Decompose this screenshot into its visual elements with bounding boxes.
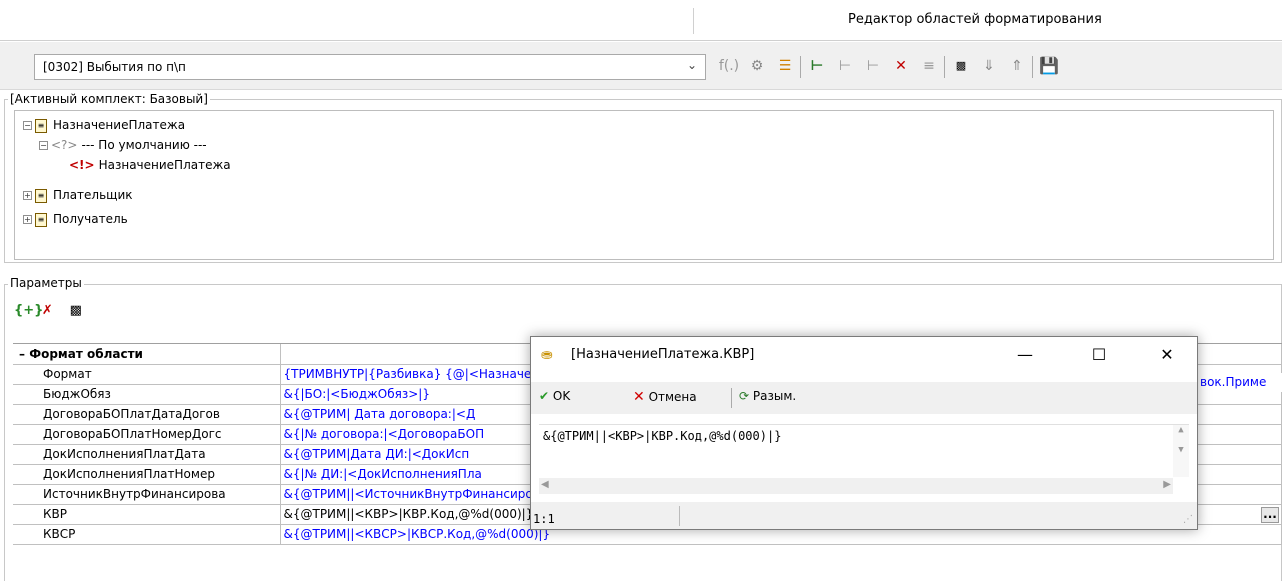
tree-node-label: НазначениеПлатежа	[98, 158, 231, 172]
tree-node-selected[interactable]: <!> НазначениеПлатежа	[69, 155, 231, 175]
maximize-button[interactable]: ☐	[1079, 341, 1119, 369]
dialog-toolbar: ✔ OK ✕ Отмена ⟳ Разым.	[531, 382, 1197, 414]
params-toolbar: {+} ✗ ▩	[14, 303, 94, 318]
dialog-statusbar: 1:1 ⋰	[531, 502, 1197, 529]
document-icon: ≡	[35, 212, 47, 227]
expand-icon[interactable]: +	[23, 215, 32, 224]
cross-icon: ✕	[633, 389, 645, 405]
toolbar-separator	[731, 388, 732, 408]
unwrap-button[interactable]: ⟳ Разым.	[739, 389, 796, 403]
chevron-down-icon[interactable]: ⌄	[687, 58, 697, 72]
horizontal-scrollbar[interactable]: ◀ ▶	[539, 478, 1173, 494]
param-name: ДокИсполненияПлатНомер	[13, 464, 281, 485]
ai-icon[interactable]: ▩	[950, 54, 972, 78]
cursor-position: 1:1	[533, 512, 555, 526]
minimize-button[interactable]: —	[1005, 341, 1045, 369]
resize-grip-icon[interactable]: ⋰	[1183, 514, 1193, 525]
param-name: БюджОбяз	[13, 384, 281, 405]
delete-node-icon[interactable]: ✕	[890, 54, 912, 78]
shield-icon[interactable]: ⚙	[746, 54, 768, 78]
param-name: ДокИсполненияПлатДата	[13, 444, 281, 465]
close-button[interactable]: ✕	[1147, 341, 1187, 369]
param-name: ИсточникВнутрФинансирова	[13, 484, 281, 505]
area-selector-combo[interactable]: [0302] Выбытия по п\п ⌄	[34, 54, 706, 80]
format-node-icon: <!>	[69, 158, 95, 172]
document-icon: ≡	[35, 118, 47, 133]
list-icon[interactable]: ☰	[774, 54, 796, 78]
top-divider	[0, 40, 1282, 41]
param-name: КВСР	[13, 524, 281, 545]
collapse-icon[interactable]: −	[39, 141, 48, 150]
coins-icon: ⛂	[541, 347, 553, 363]
remove-param-icon[interactable]: ✗	[42, 303, 66, 318]
unwrap-icon: ⟳	[739, 389, 750, 403]
status-separator	[679, 506, 680, 526]
title-separator	[693, 8, 694, 34]
ai-icon[interactable]: ▩	[70, 303, 94, 318]
save-icon[interactable]: 💾	[1038, 54, 1060, 78]
tree-node[interactable]: + ≡ Получатель	[23, 209, 128, 229]
tree-group-label: [Активный комплект: Базовый]	[8, 92, 210, 106]
format-editor-dialog: ⛂ [НазначениеПлатежа.КВР] — ☐ ✕ ✔ OK ✕ О…	[530, 336, 1198, 530]
toolbar-separator	[800, 56, 801, 78]
param-name: ДоговораБОПлатНомерДогс	[13, 424, 281, 445]
param-name: ДоговораБОПлатДатаДогов	[13, 404, 281, 425]
params-group-label: Параметры	[8, 276, 84, 290]
add-param-icon[interactable]: {+}	[14, 303, 43, 318]
move-node-0-icon[interactable]: ⊢	[862, 54, 884, 78]
add-node-icon[interactable]: ⊢	[806, 54, 828, 78]
question-icon: <?>	[51, 138, 78, 152]
window-title: Редактор областей форматирования	[848, 12, 1102, 27]
editor-text: &{@ТРИМ||<КВР>|КВР.Код,@%d(000)|}	[543, 429, 782, 443]
move-node-b-icon[interactable]: ⊢	[834, 54, 856, 78]
ok-button[interactable]: ✔ OK	[539, 389, 570, 403]
ellipsis-button[interactable]: ...	[1261, 506, 1279, 523]
disabled-node-icon[interactable]: ≡	[918, 54, 940, 78]
tree-node[interactable]: − <?> --- По умолчанию ---	[39, 135, 207, 155]
toolbar-separator	[1032, 56, 1033, 78]
toolbar-separator	[944, 56, 945, 78]
move-up-icon[interactable]: ⇑	[1006, 54, 1028, 78]
expand-icon[interactable]: +	[23, 191, 32, 200]
area-selector-value: [0302] Выбытия по п\п	[43, 60, 186, 74]
tree-node[interactable]: − ≡ НазначениеПлатежа	[23, 115, 185, 135]
checkmark-icon: ✔	[539, 389, 550, 403]
document-icon: ≡	[35, 188, 47, 203]
function-icon[interactable]: f(.)	[718, 54, 740, 78]
param-value-text: &{@ТРИМ||<КВР>|КВР.Код,@%d(000)|}	[283, 507, 534, 521]
format-value-tail: вок.Приме	[1198, 373, 1282, 392]
tree-node-label: Плательщик	[53, 188, 133, 202]
tree-view[interactable]: − ≡ НазначениеПлатежа − <?> --- По умолчанию…	[14, 110, 1274, 260]
collapse-icon[interactable]: −	[23, 121, 32, 130]
param-name: КВР	[13, 503, 281, 525]
format-editor[interactable]: &{@ТРИМ||<КВР>|КВР.Код,@%d(000)|} ▲ ▼	[539, 424, 1189, 477]
tree-node[interactable]: + ≡ Плательщик	[23, 185, 133, 205]
tree-node-label: --- По умолчанию ---	[81, 138, 207, 152]
tree-node-label: Получатель	[53, 212, 128, 226]
section-title: – Формат области	[13, 344, 281, 365]
move-down-icon[interactable]: ⇓	[978, 54, 1000, 78]
tree-node-label: НазначениеПлатежа	[53, 118, 186, 132]
vertical-scrollbar[interactable]: ▲ ▼	[1173, 425, 1189, 477]
param-name: Формат	[13, 364, 281, 385]
dialog-title: [НазначениеПлатежа.КВР]	[571, 347, 755, 362]
cancel-button[interactable]: ✕ Отмена	[633, 389, 697, 405]
